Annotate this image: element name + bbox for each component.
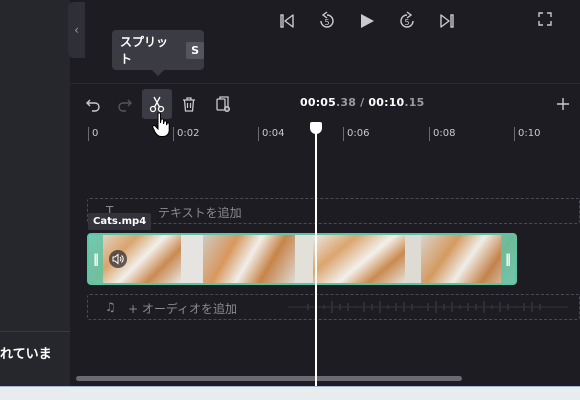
ruler-tick: [173, 127, 174, 141]
clip-trim-handle-left[interactable]: ‖: [89, 235, 103, 283]
skip-forward-button[interactable]: [436, 10, 458, 32]
chevron-left-icon: ‹: [74, 23, 79, 37]
fullscreen-button[interactable]: [538, 12, 554, 28]
clip-thumbnail: [313, 235, 405, 283]
add-audio-label: + オーディオを追加: [128, 302, 238, 316]
skip-back-button[interactable]: [276, 10, 298, 32]
clip-thumbnail: [405, 235, 421, 283]
skip-back-icon: [280, 14, 294, 28]
speaker-icon: [112, 253, 124, 265]
timeline-ruler[interactable]: 0 0:02 0:04 0:06 0:08 0:10: [70, 121, 580, 147]
panel-bottom-text: れていま: [0, 347, 52, 362]
total-time-fraction: .15: [404, 96, 425, 109]
clip-thumbnail: [181, 235, 203, 283]
svg-text:5: 5: [404, 18, 409, 27]
grip-icon: ‖: [505, 252, 511, 266]
split-tooltip: スプリット S: [112, 30, 204, 76]
redo-icon: [118, 99, 132, 112]
skip-forward-icon: [440, 14, 454, 28]
delete-button[interactable]: [174, 89, 204, 119]
clip-thumbnail: [295, 235, 313, 283]
clip-thumbnail: [203, 235, 295, 283]
trash-icon: [183, 97, 195, 112]
forward-5-button[interactable]: 5: [396, 10, 418, 32]
timeline-tracks: T テキストを追加 Cats.mp4 ‖ ‖ ♫ + オーディオを追加: [70, 147, 580, 375]
current-time: 00:05: [300, 96, 337, 109]
audio-waveform-placeholder: [288, 301, 568, 313]
ruler-tick: [429, 127, 430, 141]
scissors-icon: [149, 96, 165, 113]
left-panel: れていま: [0, 0, 70, 386]
tooltip-label: スプリット: [120, 35, 169, 66]
forward-icon: 5: [400, 11, 414, 28]
redo-button[interactable]: [110, 89, 140, 119]
rewind-5-button[interactable]: 5: [316, 10, 338, 32]
ruler-tick: [88, 127, 89, 141]
playhead-handle[interactable]: [310, 122, 322, 134]
playhead[interactable]: [315, 122, 317, 386]
panel-divider: [0, 331, 70, 332]
ruler-label: 0:10: [518, 128, 541, 139]
video-clip[interactable]: ‖ ‖: [87, 233, 517, 285]
duplicate-icon: [216, 96, 230, 112]
grip-icon: ‖: [93, 252, 99, 266]
time-separator: /: [356, 96, 369, 109]
zoom-in-button[interactable]: [548, 89, 578, 119]
ruler-label: 0:06: [347, 128, 370, 139]
total-time: 00:10: [368, 96, 405, 109]
rewind-icon: 5: [320, 11, 334, 28]
undo-button[interactable]: [78, 89, 108, 119]
add-text-label: テキストを追加: [158, 206, 242, 220]
clip-volume-button[interactable]: [109, 250, 127, 268]
plus-icon: [557, 98, 569, 110]
collapse-panel-button[interactable]: ‹: [68, 2, 85, 58]
timeline-toolbar: 00:05.38 / 00:10.15: [70, 83, 580, 121]
ruler-label: 0:04: [262, 128, 285, 139]
svg-text:5: 5: [324, 18, 329, 27]
hand-cursor-icon: [152, 112, 170, 137]
audio-track[interactable]: ♫ + オーディオを追加: [87, 294, 580, 320]
clip-trim-handle-right[interactable]: ‖: [501, 235, 515, 283]
editor-window: れていま ‹ 5 5 00:05.38 / 00:10.15 スプリット S 0…: [0, 0, 580, 400]
play-icon: [361, 14, 374, 28]
music-note-icon: ♫: [105, 300, 116, 314]
play-button[interactable]: [356, 10, 378, 32]
timeline-scrollbar[interactable]: [76, 376, 462, 381]
current-time-fraction: .38: [336, 96, 357, 109]
bottom-window-edge: [0, 386, 580, 400]
ruler-tick: [343, 127, 344, 141]
undo-icon: [86, 99, 100, 112]
ruler-label: 0:02: [177, 128, 200, 139]
text-track[interactable]: T テキストを追加: [87, 198, 580, 224]
ruler-label: 0:08: [433, 128, 456, 139]
timecode: 00:05.38 / 00:10.15: [300, 96, 425, 109]
tooltip-shortcut: S: [186, 41, 204, 59]
tooltip-arrow: [152, 70, 164, 76]
player-controls: 5 5: [276, 10, 458, 32]
fullscreen-icon: [538, 12, 552, 26]
ruler-tick: [514, 127, 515, 141]
ruler-tick: [258, 127, 259, 141]
ruler-label: 0: [92, 128, 99, 139]
duplicate-button[interactable]: [208, 89, 238, 119]
clip-name-label: Cats.mp4: [88, 213, 152, 230]
